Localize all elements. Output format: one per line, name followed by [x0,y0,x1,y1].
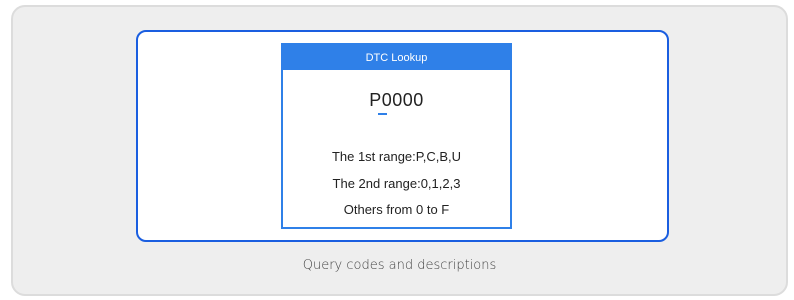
range-hint-3: Others from 0 to F [343,202,450,217]
dtc-code-input[interactable]: P0000 [283,90,510,111]
input-cursor [378,113,387,115]
dtc-lookup-screen: DTC Lookup P0000 The 1st range:P,C,B,U T… [281,43,512,229]
screen-title: DTC Lookup [283,45,510,70]
caption: Query codes and descriptions [302,258,497,273]
range-hint-2: The 2nd range:0,1,2,3 [332,176,461,191]
range-hint-1: The 1st range:P,C,B,U [331,149,462,164]
